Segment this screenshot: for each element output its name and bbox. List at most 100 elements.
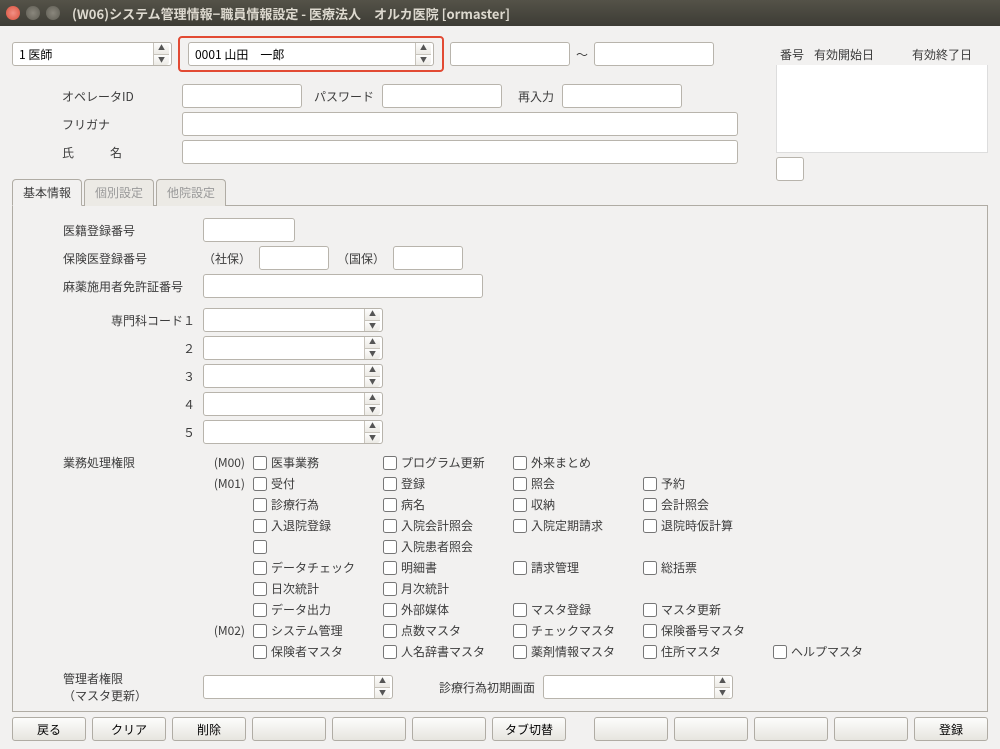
- role-combo[interactable]: ▲▼: [12, 42, 172, 66]
- minimize-icon[interactable]: [26, 6, 40, 20]
- register-button[interactable]: 登録: [914, 717, 988, 741]
- tab-switch-button[interactable]: タブ切替: [492, 717, 566, 741]
- staff-input[interactable]: [189, 43, 415, 65]
- chk-nyuin-kanja[interactable]: 入院患者照会: [383, 538, 513, 555]
- chk-shoukai[interactable]: 照会: [513, 475, 643, 492]
- chk-byoumei[interactable]: 病名: [383, 496, 513, 513]
- chk-help[interactable]: ヘルプマスタ: [773, 643, 903, 660]
- blank-button-5[interactable]: [674, 717, 748, 741]
- narc-input[interactable]: [203, 274, 483, 298]
- validity-index-box[interactable]: [776, 157, 804, 181]
- m01-label: (M01): [203, 475, 253, 492]
- spec-code-4[interactable]: ▲▼: [203, 392, 383, 416]
- chk-taiin-kari[interactable]: 退院時仮計算: [643, 517, 773, 534]
- chk-data-out[interactable]: データ出力: [253, 601, 383, 618]
- spin-down-icon[interactable]: ▼: [416, 55, 431, 66]
- blank-button-1[interactable]: [252, 717, 326, 741]
- initial-screen-label: 診療行為初期画面: [413, 679, 543, 696]
- tab-individual[interactable]: 個別設定: [84, 179, 154, 206]
- col-start: 有効開始日: [810, 44, 886, 65]
- initial-screen-combo[interactable]: ▲▼: [543, 675, 733, 699]
- chk-soukatsu[interactable]: 総括票: [643, 559, 773, 576]
- chk-master-touroku[interactable]: マスタ登録: [513, 601, 643, 618]
- chk-iji[interactable]: 医事業務: [253, 454, 383, 471]
- chk-nichiji[interactable]: 日次統計: [253, 580, 383, 597]
- footer-buttons: 戻る クリア 削除 タブ切替 登録: [12, 717, 988, 741]
- window-title: (W06)システム管理情報−職員情報設定 - 医療法人 オルカ医院 [ormas…: [72, 4, 510, 23]
- perm-label: 業務処理権限: [63, 454, 203, 660]
- chk-jusho[interactable]: 住所マスタ: [643, 643, 773, 660]
- chk-uketsuke[interactable]: 受付: [253, 475, 383, 492]
- chk-seikyu[interactable]: 請求管理: [513, 559, 643, 576]
- maximize-icon[interactable]: [46, 6, 60, 20]
- chk-shuunou[interactable]: 収納: [513, 496, 643, 513]
- name-label: 氏 名: [62, 144, 182, 161]
- tab-basic-body: 医籍登録番号 保険医登録番号 （社保） （国保） 麻薬施用者免許証番号 専門科コ…: [12, 206, 988, 712]
- spin-up-icon[interactable]: ▲: [154, 43, 169, 55]
- chk-shinryo[interactable]: 診療行為: [253, 496, 383, 513]
- chk-gaibu[interactable]: 外部媒体: [383, 601, 513, 618]
- chk-data-check[interactable]: データチェック: [253, 559, 383, 576]
- n2: ２: [63, 340, 203, 357]
- role-input[interactable]: [13, 43, 153, 65]
- spec-code-3[interactable]: ▲▼: [203, 364, 383, 388]
- chk-jinmei[interactable]: 人名辞書マスタ: [383, 643, 513, 660]
- chk-hoken-bangou[interactable]: 保険番号マスタ: [643, 622, 773, 639]
- narc-label: 麻薬施用者免許証番号: [63, 278, 203, 295]
- blank-button-7[interactable]: [834, 717, 908, 741]
- chk-nyutaiin[interactable]: 入退院登録: [253, 517, 383, 534]
- chk-nyuin-teiki[interactable]: 入院定期請求: [513, 517, 643, 534]
- chk-kaikei-shoukai[interactable]: 会計照会: [643, 496, 773, 513]
- chk-master-koushin[interactable]: マスタ更新: [643, 601, 773, 618]
- chk-meisai[interactable]: 明細書: [383, 559, 513, 576]
- admin-perm-combo[interactable]: ▲▼: [203, 675, 393, 699]
- chk-blank1[interactable]: [253, 540, 383, 554]
- delete-button[interactable]: 削除: [172, 717, 246, 741]
- chk-check-master[interactable]: チェックマスタ: [513, 622, 643, 639]
- chk-nyuin-kaikei[interactable]: 入院会計照会: [383, 517, 513, 534]
- spin-down-icon[interactable]: ▼: [154, 55, 169, 66]
- back-button[interactable]: 戻る: [12, 717, 86, 741]
- tab-other[interactable]: 他院設定: [156, 179, 226, 206]
- med-reg-input[interactable]: [203, 218, 295, 242]
- close-icon[interactable]: [6, 6, 20, 20]
- chk-gairai[interactable]: 外来まとめ: [513, 454, 643, 471]
- spec-code-label: 専門科コード１: [63, 312, 203, 329]
- blank-button-3[interactable]: [412, 717, 486, 741]
- blank-button-6[interactable]: [754, 717, 828, 741]
- spec-code-2[interactable]: ▲▼: [203, 336, 383, 360]
- m00-label: (M00): [203, 454, 253, 471]
- furigana-input[interactable]: [182, 112, 738, 136]
- spec-code-5[interactable]: ▲▼: [203, 420, 383, 444]
- col-no: 番号: [776, 44, 810, 65]
- staff-combo[interactable]: ▲▼: [188, 42, 434, 66]
- window-titlebar: (W06)システム管理情報−職員情報設定 - 医療法人 オルカ医院 [ormas…: [0, 0, 1000, 26]
- blank-button-2[interactable]: [332, 717, 406, 741]
- tab-basic[interactable]: 基本情報: [12, 179, 82, 206]
- chk-tensuu[interactable]: 点数マスタ: [383, 622, 513, 639]
- shaho-input[interactable]: [259, 246, 329, 270]
- date-end-input[interactable]: [594, 42, 714, 66]
- reenter-input[interactable]: [562, 84, 682, 108]
- password-input[interactable]: [382, 84, 502, 108]
- chk-getsuji[interactable]: 月次統計: [383, 580, 513, 597]
- range-separator: ～: [576, 46, 588, 63]
- chk-hokensha[interactable]: 保険者マスタ: [253, 643, 383, 660]
- n3: ３: [63, 368, 203, 385]
- kokuho-input[interactable]: [393, 246, 463, 270]
- date-start-input[interactable]: [450, 42, 570, 66]
- validity-list[interactable]: [776, 65, 988, 153]
- chk-touroku[interactable]: 登録: [383, 475, 513, 492]
- spec-code-1[interactable]: ▲▼: [203, 308, 383, 332]
- admin-perm-sub: （マスタ更新）: [63, 687, 203, 704]
- name-input[interactable]: [182, 140, 738, 164]
- chk-system[interactable]: システム管理: [253, 622, 383, 639]
- blank-button-4[interactable]: [594, 717, 668, 741]
- operator-id-input[interactable]: [182, 84, 302, 108]
- validity-list-panel: 番号 有効開始日 有効終了日: [776, 44, 988, 181]
- clear-button[interactable]: クリア: [92, 717, 166, 741]
- chk-yoyaku[interactable]: 予約: [643, 475, 773, 492]
- chk-yakuzai[interactable]: 薬剤情報マスタ: [513, 643, 643, 660]
- chk-prog[interactable]: プログラム更新: [383, 454, 513, 471]
- spin-up-icon[interactable]: ▲: [416, 43, 431, 55]
